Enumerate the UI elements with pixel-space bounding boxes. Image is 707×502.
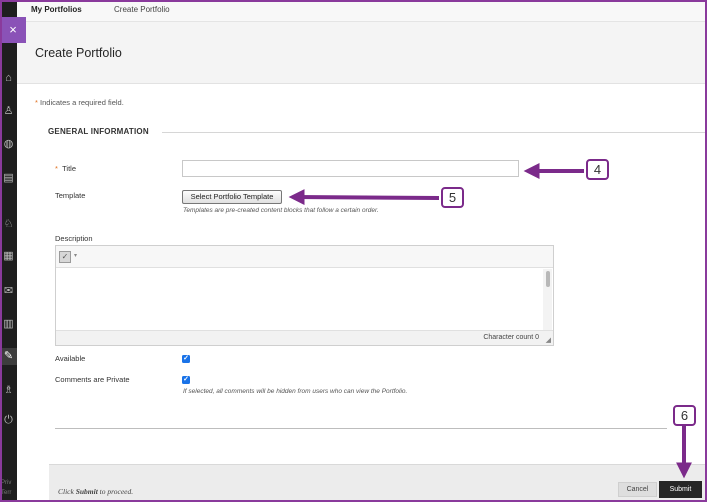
annotation-arrows — [288, 163, 692, 479]
callout-5: 5 — [441, 187, 464, 208]
callout-4: 4 — [586, 159, 609, 180]
callout-5-arrow — [288, 189, 440, 206]
callout-6: 6 — [673, 405, 696, 426]
